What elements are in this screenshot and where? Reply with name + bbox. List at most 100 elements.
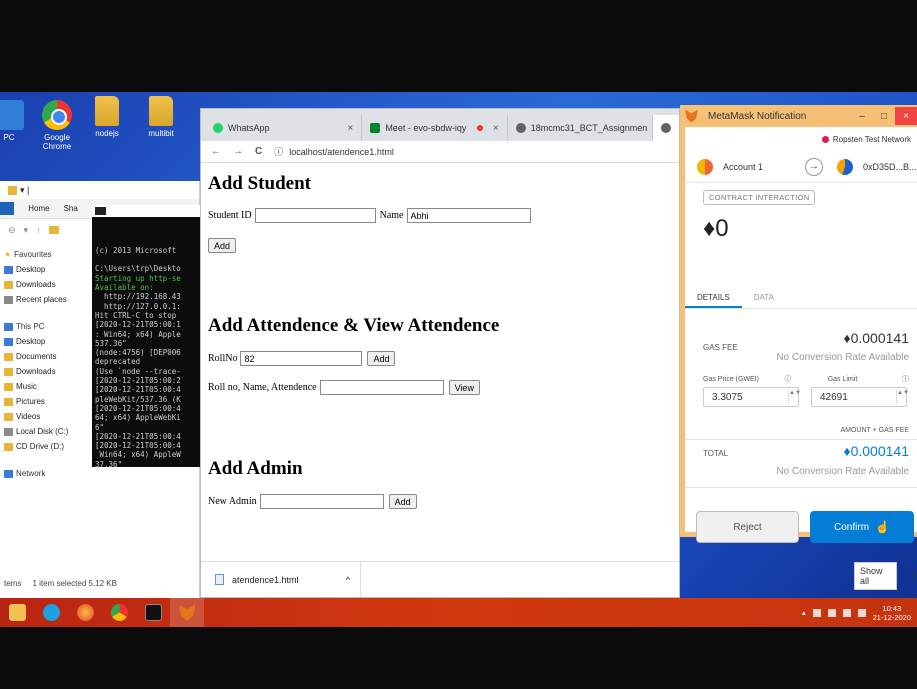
- show-all-button[interactable]: Show all: [854, 562, 897, 590]
- nav-item-local-disk[interactable]: Local Disk (C:): [0, 424, 96, 439]
- explorer-tab-home[interactable]: Home: [28, 204, 49, 213]
- cmd-title-bar[interactable]: [92, 205, 200, 217]
- nav-item-recent-places[interactable]: Recent places: [0, 292, 96, 307]
- taskbar-start-button[interactable]: [0, 598, 34, 627]
- close-icon[interactable]: ×: [493, 123, 499, 134]
- desktop-icon-nodejs[interactable]: nodejs: [80, 96, 134, 138]
- nav-item-documents[interactable]: Documents: [0, 349, 96, 364]
- tab-active[interactable]: [653, 115, 680, 141]
- tray-signal-icon[interactable]: [842, 608, 851, 617]
- add-attendance-button[interactable]: Add: [367, 351, 396, 366]
- nav-label: Local Disk (C:): [16, 427, 69, 436]
- tab-details[interactable]: DETAILS: [685, 287, 742, 308]
- view-attendance-button[interactable]: View: [448, 380, 480, 395]
- tab-meet[interactable]: Meet - evo-sbdw-iqy ×: [362, 115, 508, 141]
- reject-button[interactable]: Reject: [696, 511, 799, 543]
- browser-tab-strip: WhatsApp × Meet - evo-sbdw-iqy × 18mcmc3…: [201, 109, 680, 141]
- add-student-button[interactable]: Add: [208, 238, 237, 253]
- new-admin-input[interactable]: [259, 494, 384, 509]
- nav-item-music[interactable]: Music: [0, 379, 96, 394]
- chevron-down-icon[interactable]: ▾: [24, 225, 29, 236]
- stepper-icon[interactable]: ▲▼: [896, 390, 909, 404]
- nav-item-pictures[interactable]: Pictures: [0, 394, 96, 409]
- tab-assignment[interactable]: 18mcmc31_BCT_Assignmen ×: [508, 115, 654, 141]
- chevron-up-icon[interactable]: ^: [346, 575, 350, 585]
- explorer-nav-pane: ★ Favourites Desktop Downloads Recent pla…: [0, 247, 96, 481]
- rollno-label: RollNo: [208, 353, 238, 364]
- tray-volume-icon[interactable]: [857, 608, 866, 617]
- nav-item-videos[interactable]: Videos: [0, 409, 96, 424]
- nav-item-desktop[interactable]: Desktop: [0, 262, 96, 277]
- nav-item-cd-drive[interactable]: CD Drive (D:): [0, 439, 96, 454]
- minimize-icon[interactable]: –: [851, 107, 873, 125]
- nav-favourites-header[interactable]: ★ Favourites: [0, 247, 96, 262]
- url-text: localhost/atendence1.html: [289, 146, 394, 157]
- download-item[interactable]: atendence1.html ^: [201, 562, 361, 597]
- desktop-icon-label: nodejs: [95, 129, 119, 138]
- info-icon[interactable]: ⓘ: [274, 145, 283, 158]
- explorer-dropdown-icon[interactable]: ▾ |: [20, 185, 29, 196]
- close-icon[interactable]: ×: [911, 570, 917, 582]
- from-account[interactable]: Account 1: [723, 162, 763, 172]
- info-icon[interactable]: ⓘ: [902, 376, 909, 383]
- forward-arrow-icon[interactable]: →: [233, 146, 243, 157]
- to-address[interactable]: 0xD35D...B...: [863, 162, 917, 172]
- maximize-icon[interactable]: □: [873, 107, 895, 125]
- url-bar[interactable]: ⓘ localhost/atendence1.html: [274, 145, 394, 158]
- nav-network[interactable]: Network: [0, 466, 96, 481]
- add-admin-heading: Add Admin: [208, 458, 303, 479]
- add-admin-button[interactable]: Add: [388, 494, 417, 509]
- back-arrow-icon[interactable]: ←: [211, 146, 221, 157]
- close-icon[interactable]: ×: [895, 107, 917, 125]
- gas-price-label-group: Gas Price (GWEI) ⓘ: [703, 374, 791, 384]
- metamask-title: MetaMask Notification: [708, 110, 807, 122]
- close-icon[interactable]: ×: [347, 123, 353, 134]
- info-icon[interactable]: ⓘ: [784, 376, 791, 383]
- nav-item-pc-downloads[interactable]: Downloads: [0, 364, 96, 379]
- student-id-label: Student ID: [208, 210, 252, 221]
- back-arrow-icon[interactable]: ⊖: [8, 225, 16, 236]
- nav-this-pc-header[interactable]: This PC: [0, 319, 96, 334]
- nav-item-pc-desktop[interactable]: Desktop: [0, 334, 96, 349]
- tab-label: Meet - evo-sbdw-iqy: [385, 123, 467, 133]
- student-id-input[interactable]: [254, 208, 376, 223]
- explorer-tab-share[interactable]: Sha: [64, 204, 78, 213]
- taskbar-chrome[interactable]: [102, 598, 136, 627]
- cmd-line: Available on:: [95, 283, 154, 293]
- confirm-button[interactable]: Confirm ☝: [810, 511, 914, 543]
- tray-up-arrow-icon[interactable]: ▴: [802, 608, 806, 617]
- contract-interaction-badge: CONTRACT INTERACTION: [703, 190, 816, 205]
- clock[interactable]: 10:43 21-12-2020: [873, 604, 911, 622]
- taskbar-edge[interactable]: [34, 598, 68, 627]
- desktop-icon: [4, 265, 13, 274]
- taskbar-firefox[interactable]: [68, 598, 102, 627]
- account-avatar-icon: [697, 158, 713, 175]
- nav-label: Desktop: [16, 337, 46, 346]
- name-input[interactable]: [406, 208, 531, 223]
- desktop-icon-google-chrome[interactable]: Google Chrome: [30, 100, 84, 151]
- taskbar-cmd[interactable]: [136, 598, 170, 627]
- download-filename: atendence1.html: [232, 574, 299, 585]
- reload-icon[interactable]: C: [255, 146, 262, 157]
- metamask-title-bar[interactable]: MetaMask Notification – □ ×: [680, 105, 917, 127]
- nav-item-downloads[interactable]: Downloads: [0, 277, 96, 292]
- cmd-line: [2020-12-21T05:00:4: [95, 441, 181, 451]
- rollno-input[interactable]: [240, 351, 363, 366]
- tray-battery-icon[interactable]: [827, 608, 836, 617]
- tab-whatsapp[interactable]: WhatsApp ×: [205, 115, 363, 141]
- stepper-icon[interactable]: ▲▼: [788, 390, 801, 404]
- network-indicator[interactable]: Ropsten Test Network: [821, 131, 911, 147]
- explorer-quick-access-icon[interactable]: [8, 185, 17, 195]
- view-attendance-input[interactable]: [319, 380, 444, 395]
- nav-label: Desktop: [16, 265, 46, 274]
- desktop-icon-multibit[interactable]: multibit: [134, 96, 188, 138]
- taskbar-metamask[interactable]: [170, 598, 204, 627]
- gas-limit-input[interactable]: 42691 ▲▼: [811, 387, 909, 407]
- gas-price-input[interactable]: 3.3075 ▲▼: [703, 387, 801, 407]
- gas-labels-row: Gas Price (GWEI) ⓘ Gas Limit ⓘ: [703, 374, 909, 384]
- up-arrow-icon[interactable]: ↑: [36, 225, 41, 235]
- tab-data[interactable]: DATA: [742, 287, 786, 308]
- tray-flag-icon[interactable]: [812, 608, 821, 617]
- cd-drive-icon: [4, 442, 13, 451]
- explorer-file-tab[interactable]: [0, 202, 15, 215]
